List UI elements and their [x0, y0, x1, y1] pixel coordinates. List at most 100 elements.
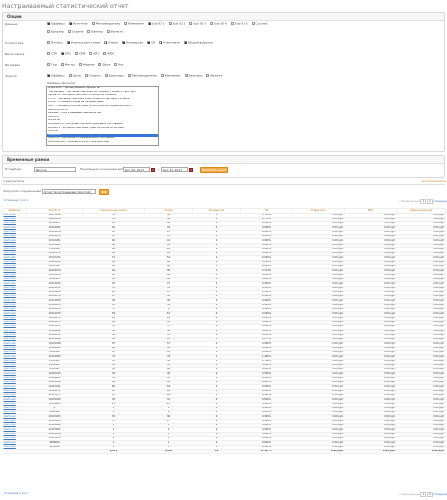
pager-link[interactable]: Следующая » [434, 199, 447, 203]
export-link[interactable]: экспортировать [421, 179, 446, 183]
calendar-icon[interactable] [189, 167, 193, 172]
option-checkbox-item[interactable]: RPM [103, 52, 114, 56]
checkbox[interactable] [66, 41, 70, 45]
checkbox[interactable] [184, 74, 188, 77]
checkbox[interactable] [47, 74, 51, 78]
option-checkbox-item[interactable]: Sub ID 1 [147, 22, 165, 26]
checkbox[interactable] [60, 63, 64, 66]
checkbox[interactable] [74, 52, 78, 55]
checkbox[interactable] [189, 22, 193, 25]
checkbox[interactable] [106, 30, 110, 33]
timeframe-preset-select[interactable]: Другое [34, 167, 76, 172]
option-checkbox-item[interactable]: Источник [68, 22, 88, 26]
pager-link[interactable]: 1 [420, 199, 427, 205]
option-checkbox-item[interactable]: Sub ID 5 [230, 22, 248, 26]
option-checkbox-item[interactable]: Офферы [47, 74, 65, 78]
pager-link[interactable]: 1 [420, 492, 427, 498]
option-checkbox-item[interactable]: Баннеры [184, 74, 202, 78]
option-checkbox-item[interactable]: Страны [84, 74, 101, 78]
option-row: CTR EPC CPM RPC RPM [47, 52, 442, 56]
checkbox[interactable] [114, 63, 118, 66]
checkbox[interactable] [87, 30, 91, 33]
option-checkbox-item[interactable]: CR [147, 41, 155, 45]
option-checkbox-item[interactable]: Sub ID 2 [168, 22, 185, 26]
option-checkbox-item[interactable]: Неделя [78, 63, 94, 67]
option-checkbox-item[interactable]: Sub ID 4 [210, 22, 227, 26]
saved-report-select[interactable]: Отчет по источникам (простой) [42, 189, 96, 194]
run-report-button[interactable]: Запустить отчет [200, 166, 228, 173]
checkbox[interactable] [210, 22, 214, 25]
offer-filter-listbox[interactable]: N Дисконт - Бронирование перелетов "Загра… [46, 86, 159, 146]
option-checkbox-item[interactable]: Месяц [60, 63, 75, 67]
calendar-icon[interactable] [151, 167, 155, 172]
option-checkbox-item[interactable]: Уникальные клики [66, 41, 100, 45]
option-checkbox-item[interactable]: Валюта [206, 74, 222, 78]
pager-link[interactable]: Следующая » [434, 492, 447, 496]
checkbox[interactable] [89, 52, 93, 55]
checkbox[interactable] [230, 22, 234, 25]
checkbox[interactable] [160, 74, 164, 77]
option-checkbox-item[interactable]: Дата [98, 63, 110, 67]
checkbox[interactable] [147, 22, 151, 26]
checkbox[interactable] [104, 41, 108, 45]
option-checkbox-item[interactable]: Sub ID 3 [189, 22, 206, 26]
checkbox[interactable] [84, 74, 88, 77]
option-checkbox-item[interactable]: Ссылка [251, 22, 267, 26]
option-checkbox-item[interactable]: Баннер [87, 30, 103, 34]
checkbox[interactable] [47, 52, 50, 55]
checkbox[interactable] [78, 63, 82, 66]
checkbox[interactable] [147, 41, 151, 45]
pager-link[interactable]: « Предыдущая [398, 492, 420, 496]
checkbox[interactable] [251, 22, 255, 25]
checkbox[interactable] [122, 41, 126, 45]
end-date-field[interactable]: Окт 31, 2013 [161, 167, 188, 172]
option-checkbox-item[interactable]: Рекламодатели [127, 74, 157, 78]
option-checkbox-item[interactable]: Браузер [47, 30, 64, 34]
checkbox[interactable] [127, 74, 131, 77]
checkbox[interactable] [68, 22, 72, 26]
checkbox[interactable] [159, 41, 163, 45]
checkbox[interactable] [124, 22, 128, 25]
option-checkbox-item[interactable]: CTR [47, 52, 57, 56]
checkbox[interactable] [183, 41, 187, 45]
option-checkbox-item[interactable]: Клики [104, 41, 118, 45]
option-checkbox-item[interactable]: Цели [68, 74, 81, 78]
checkbox-label: Sub ID 4 [214, 21, 227, 26]
checkbox[interactable] [47, 30, 50, 33]
option-checkbox-item[interactable]: EPC [61, 52, 71, 56]
option-checkbox-item[interactable]: Офферы [47, 22, 65, 26]
pager-link[interactable]: 2 [427, 492, 434, 498]
option-checkbox-item[interactable]: Общая выручка [183, 41, 213, 45]
option-checkbox-item[interactable]: Конверсии [122, 41, 143, 45]
option-checkbox-item[interactable]: Рекламодатель [91, 22, 120, 26]
option-checkbox-item[interactable]: Показы [47, 41, 63, 45]
load-report-button[interactable]: ОК [99, 188, 109, 195]
checkbox[interactable] [104, 74, 108, 77]
option-checkbox-item[interactable]: Кампания [124, 22, 144, 26]
option-checkbox-item[interactable]: Валюта [106, 30, 123, 34]
checkbox[interactable] [206, 74, 210, 77]
option-checkbox-item[interactable]: Браузеры [104, 74, 124, 78]
checkbox[interactable] [103, 52, 107, 55]
offer-option[interactable]: Dobrodenzoo - Онлайн-игра в стиле фэнтез… [47, 141, 158, 145]
checkbox[interactable] [67, 30, 71, 33]
checkbox[interactable] [68, 74, 72, 77]
checkbox[interactable] [47, 22, 51, 26]
checkbox-label: Час [118, 62, 124, 67]
option-checkbox-item[interactable]: Час [114, 63, 124, 67]
checkbox[interactable] [168, 22, 172, 25]
start-date-field[interactable]: Окт 26, 2013 [123, 167, 150, 172]
option-checkbox-item[interactable]: RPC [89, 52, 99, 56]
pager-link[interactable]: 2 [427, 199, 434, 205]
option-checkbox-item[interactable]: Год [47, 63, 57, 67]
checkbox[interactable] [47, 63, 50, 66]
pager-link[interactable]: « Предыдущая [398, 199, 420, 203]
option-checkbox-item[interactable]: Страна [67, 30, 83, 34]
option-checkbox-item[interactable]: CPM [74, 52, 85, 56]
option-checkbox-item[interactable]: К выплате [159, 41, 180, 45]
checkbox[interactable] [91, 22, 95, 25]
checkbox[interactable] [61, 52, 65, 56]
checkbox[interactable] [98, 63, 102, 66]
option-checkbox-item[interactable]: Кампании [160, 74, 181, 78]
checkbox[interactable] [47, 41, 50, 44]
